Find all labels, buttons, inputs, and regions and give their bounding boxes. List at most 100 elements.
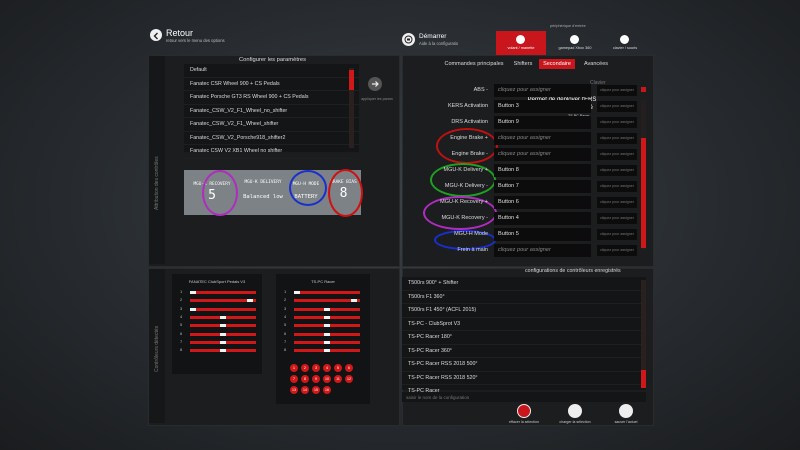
saved-scrollbar[interactable] <box>641 280 646 388</box>
pedals-card: FANATEC ClubSport Pedals V3 1 2 3 4 5 6 7 8 <box>172 274 262 374</box>
binding-alt-field[interactable]: cliquez pour assigner <box>597 213 637 224</box>
binding-field[interactable]: cliquez pour assigner <box>494 84 591 97</box>
binding-field[interactable]: cliquez pour assigner <box>494 132 591 145</box>
axis-row: 2 <box>180 297 260 303</box>
binding-label: MGU-K Delivery + <box>443 167 488 173</box>
scrollbar-thumb[interactable] <box>349 70 354 90</box>
binding-alt-field[interactable]: cliquez pour assigner <box>597 197 637 208</box>
device-steering[interactable]: volant / manette <box>496 31 546 55</box>
list-item[interactable]: TS-PC Racer 180° <box>402 331 646 345</box>
axis-knob <box>220 340 226 344</box>
configure-list[interactable]: Default Fanatec CSR Wheel 900 + CS Pedal… <box>184 64 359 159</box>
list-item[interactable]: Fanatec CSW V2 XB1 Wheel no shifter <box>184 145 359 159</box>
binding-alt-field[interactable]: cliquez pour assigner <box>597 165 637 176</box>
axis-number: 3 <box>180 305 183 311</box>
tab-secondary[interactable]: Secondaire <box>539 59 575 69</box>
list-item[interactable]: TS-PC Racer RSS 2018 500° <box>402 358 646 372</box>
binding-alt-field[interactable]: cliquez pour assigner <box>597 133 637 144</box>
axis-number: 6 <box>284 330 287 336</box>
binding-alt-field[interactable]: cliquez pour assigner <box>597 229 637 240</box>
binding-alt-field[interactable]: cliquez pour assigner <box>597 85 637 96</box>
controller-button-indicator: 7 <box>290 375 298 383</box>
axis-number: 1 <box>284 289 287 294</box>
axis-row: 8 <box>180 347 260 353</box>
config-name-input[interactable] <box>402 392 646 402</box>
axis-row: 1 <box>180 289 260 295</box>
list-item[interactable]: T500rs F1 360° <box>402 291 646 304</box>
tab-advanced[interactable]: Avancées <box>577 59 615 69</box>
binding-label: DRS Activation <box>451 119 488 125</box>
list-item[interactable]: TS-PC - ClubSprot V3 <box>402 318 646 331</box>
binding-field[interactable]: Button 8 <box>494 164 591 177</box>
load-selection-button[interactable]: charger la sélection <box>555 404 595 426</box>
list-item[interactable]: Fanatec_CSW_V2_F1_Wheel_no_shifter <box>184 105 359 118</box>
binding-field[interactable]: cliquez pour assigner <box>494 148 591 161</box>
device-keyboard[interactable]: clavier / souris <box>600 31 650 55</box>
list-item[interactable]: T500rs 900° + Shifter <box>402 277 646 291</box>
arrow-right-icon <box>368 77 382 91</box>
configure-scrollbar[interactable] <box>349 68 354 148</box>
list-item[interactable]: Default <box>184 64 359 78</box>
list-item[interactable]: Fanatec Porsche GT3 RS Wheel 900 + CS Pe… <box>184 91 359 105</box>
controller-button-indicator: 16 <box>323 386 331 394</box>
binding-field[interactable]: cliquez pour assigner <box>494 244 591 257</box>
binding-field[interactable]: Button 4 <box>494 212 591 225</box>
racer-card: TS-PC Racer 12345678 1 2 3 4 5 6 7 8 9 10 11 12 13 14… <box>276 274 370 404</box>
controller-button-indicator: 9 <box>312 375 320 383</box>
axis-number: 2 <box>284 297 287 303</box>
device-gamepad[interactable]: gamepad Xbox 360 <box>550 31 600 55</box>
binding-alt-field[interactable]: cliquez pour assigner <box>597 101 637 112</box>
axis-number: 4 <box>180 313 183 319</box>
binding-label: KERS Activation <box>447 103 488 109</box>
save-current-button[interactable]: sauver l'actuel <box>606 404 646 426</box>
binding-alt-field[interactable]: cliquez pour assigner <box>597 117 637 128</box>
controller-button-indicator: 14 <box>301 386 309 394</box>
binding-field[interactable]: Button 9 <box>494 116 591 129</box>
binding-alt-field[interactable]: cliquez pour assigner <box>597 149 637 160</box>
binding-field[interactable]: Button 5 <box>494 228 591 241</box>
start-button[interactable]: Démarrer Aide à la configuratio <box>402 33 492 51</box>
list-item[interactable]: TS-PC Racer 360° <box>402 345 646 358</box>
save-icon <box>619 404 633 418</box>
list-item[interactable]: Fanatec_CSW_V2_Porsche918_shifter2 <box>184 132 359 145</box>
axis-row: 3 <box>180 305 260 312</box>
binding-alt-field[interactable]: cliquez pour assigner <box>597 181 637 192</box>
binding-alt-field[interactable]: cliquez pour assigner <box>597 245 637 256</box>
list-item[interactable]: TS-PC Racer RSS 2018 520° <box>402 372 646 385</box>
controller-button-indicator: 5 <box>334 364 342 372</box>
load-icon <box>568 404 582 418</box>
binding-field[interactable]: Button 3 <box>494 100 591 113</box>
binding-label: Frein à main <box>457 247 488 253</box>
binding-label: MGU-K Delivery - <box>444 183 488 189</box>
controller-button-indicator: 15 <box>312 386 320 394</box>
binding-field[interactable]: Button 7 <box>494 180 591 193</box>
binding-label: Engine Brake + <box>450 135 488 141</box>
saved-list[interactable]: T500rs 900° + Shifter T500rs F1 360° T50… <box>402 277 646 399</box>
highlight-circle <box>436 128 498 164</box>
scrollbar-thumb[interactable] <box>641 370 646 388</box>
list-item[interactable]: Fanatec CSR Wheel 900 + CS Pedals <box>184 78 359 91</box>
button-label: sauver l'actuel <box>614 420 638 424</box>
scrollbar-thumb[interactable] <box>641 138 646 248</box>
controller-button-indicator: 8 <box>301 375 309 383</box>
binding-label: MGU-K Recovery + <box>440 199 488 205</box>
controller-button-indicator: 11 <box>334 375 342 383</box>
axis-knob <box>351 299 357 303</box>
tab-main[interactable]: Commandes principales <box>434 59 514 69</box>
axis-knob <box>324 307 330 311</box>
axis-bar <box>294 291 360 294</box>
binding-field[interactable]: Button 6 <box>494 196 591 209</box>
tab-shifters[interactable]: Shifters <box>508 59 538 69</box>
list-item[interactable]: Fanatec_CSW_V2_F1_Wheel_shifter <box>184 118 359 132</box>
delete-selection-button[interactable]: effacer la sélection <box>504 404 544 426</box>
axis-knob <box>190 291 196 294</box>
axis-row: 6 <box>284 330 364 337</box>
list-item[interactable]: T500rs F1 450° (ACFL 2015) <box>402 304 646 318</box>
back-button[interactable]: Retour retour vers le menu des options <box>150 28 260 47</box>
highlight-circle <box>289 170 327 206</box>
tile-label: MGU-K DELIVERY <box>244 180 282 185</box>
bindings-scrollbar[interactable] <box>641 100 646 250</box>
tile-value: Balanced low <box>243 194 283 200</box>
apply-button[interactable]: appliquer les param <box>361 77 393 107</box>
axis-row: 3 <box>284 306 364 312</box>
